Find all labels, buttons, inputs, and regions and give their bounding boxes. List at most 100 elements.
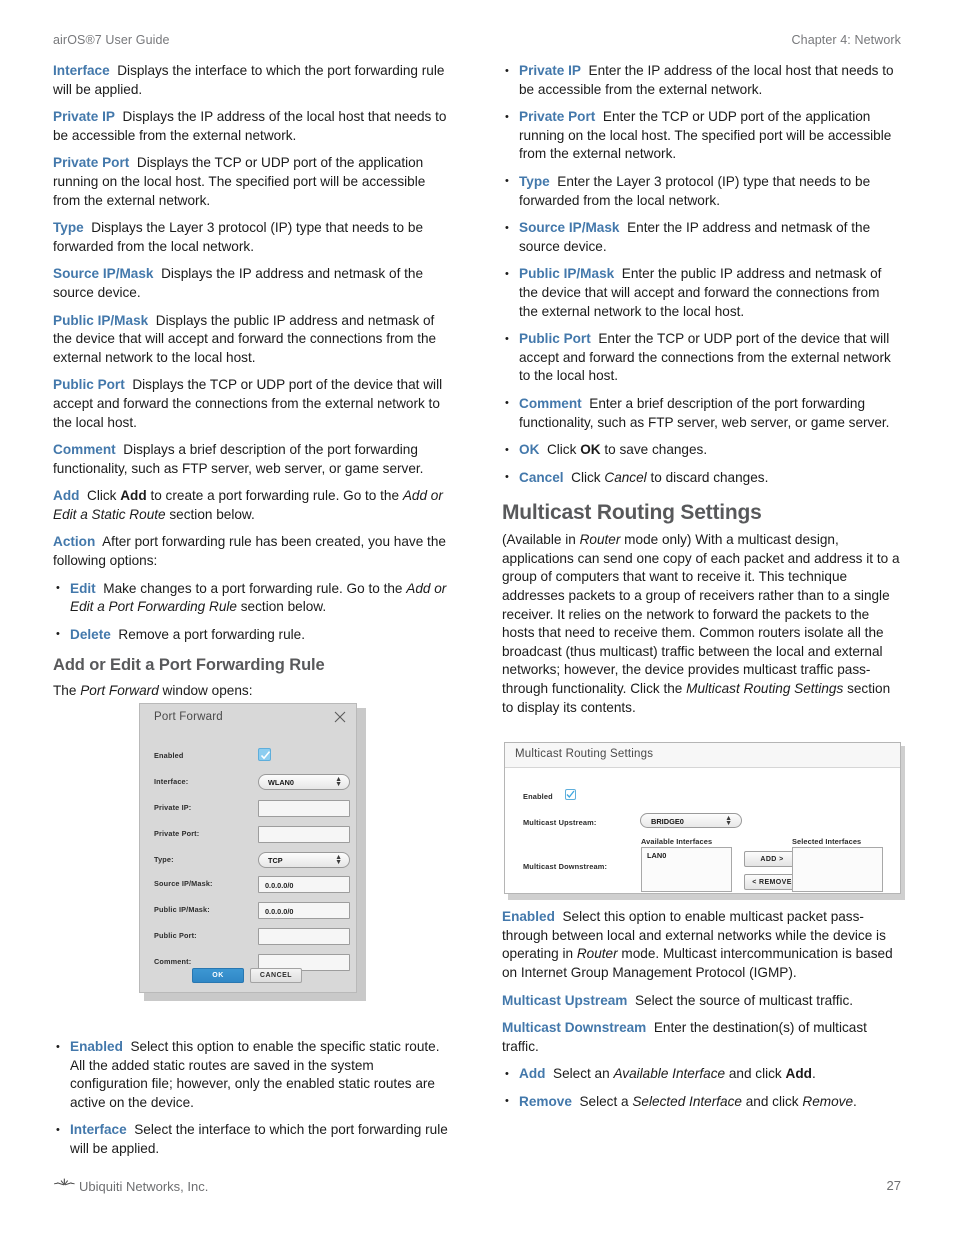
- multicast-upstream-label: Multicast Upstream:: [523, 818, 597, 827]
- private-port-input[interactable]: [258, 826, 350, 843]
- term-label: Interface: [70, 1122, 127, 1138]
- page-footer: Ubiquiti Networks, Inc. 27: [53, 1178, 901, 1200]
- multicast-downstream-label: Multicast Downstream:: [523, 862, 608, 871]
- public-ip-mask-input[interactable]: 0.0.0.0/0: [258, 902, 350, 919]
- interface-select[interactable]: WLAN0 ▲ ▼: [258, 774, 350, 790]
- private-ip-input[interactable]: [258, 800, 350, 817]
- definition-public-port: Public Port Displays the TCP or UDP port…: [53, 376, 453, 432]
- definition-text: section below.: [236, 599, 327, 615]
- emphasis-italic: Router: [579, 532, 621, 548]
- input-value: 0.0.0.0/0: [265, 906, 294, 916]
- page-number: 27: [886, 1178, 901, 1193]
- term-label: Source IP/Mask: [53, 266, 154, 282]
- term-label: Public Port: [519, 331, 591, 347]
- list-item-comment: Comment Enter a brief description of the…: [502, 394, 901, 432]
- definition-text: Displays the Layer 3 protocol (IP) type …: [53, 220, 424, 254]
- multicast-downstream-definition: Multicast Downstream Enter the destinati…: [502, 1019, 901, 1056]
- multicast-upstream-select[interactable]: BRIDGE0 ▲ ▼: [640, 813, 742, 828]
- selected-interfaces-list[interactable]: [792, 847, 883, 892]
- term-label: Private IP: [53, 109, 115, 125]
- field-label: Public IP/Mask:: [154, 905, 210, 914]
- term-label: Multicast Downstream: [502, 1020, 647, 1036]
- field-row-private-port: Private Port:: [140, 826, 358, 848]
- port-forward-window: Port Forward Enabled Interface: WLAN0 ▲ …: [139, 703, 357, 993]
- definition-text: Displays the interface to which the port…: [53, 63, 445, 97]
- list-item[interactable]: LAN0: [647, 851, 666, 860]
- multicast-upstream-definition: Multicast Upstream Select the source of …: [502, 992, 901, 1011]
- close-x-icon[interactable]: [334, 711, 346, 723]
- definition-text: Enter the Layer 3 protocol (IP) type tha…: [519, 173, 871, 208]
- stepper-arrows-icon: ▲ ▼: [725, 814, 732, 827]
- section-heading-multicast: Multicast Routing Settings: [502, 501, 762, 525]
- list-item-type: Type Enter the Layer 3 protocol (IP) typ…: [502, 172, 901, 210]
- emphasis-bold: Add: [120, 488, 147, 504]
- term-label: Enabled: [70, 1039, 123, 1055]
- term-label: Private Port: [53, 155, 130, 171]
- term-label: Delete: [70, 626, 111, 642]
- multicast-intro: (Available in Router mode only) With a m…: [502, 531, 901, 717]
- field-label: Private Port:: [154, 829, 200, 838]
- section-heading-add-edit-rule: Add or Edit a Port Forwarding Rule: [53, 656, 325, 675]
- multicast-actions-list: Add Select an Available Interface and cl…: [502, 1065, 901, 1111]
- intro-text: mode only) With a multicast design, appl…: [502, 532, 900, 697]
- list-item-cancel: Cancel Click Cancel to discard changes.: [502, 468, 901, 488]
- definition-private-port: Private Port Displays the TCP or UDP por…: [53, 154, 453, 210]
- source-ip-mask-input[interactable]: 0.0.0.0/0: [258, 876, 350, 893]
- intro-text: (Available in: [502, 532, 580, 548]
- definition-text: Select the source of multicast traffic.: [634, 992, 854, 1008]
- field-label: Source IP/Mask:: [154, 879, 213, 888]
- field-row-private-ip: Private IP:: [140, 800, 358, 822]
- definition-text: Click: [571, 469, 605, 485]
- stepper-arrows-icon: ▲ ▼: [335, 776, 342, 788]
- list-item-remove: Remove Select a Selected Interface and c…: [502, 1092, 901, 1112]
- term-label: Private IP: [519, 63, 581, 78]
- emphasis-italic: Selected Interface: [632, 1093, 742, 1109]
- field-label: Public Port:: [154, 931, 197, 940]
- term-label: Interface: [53, 63, 110, 78]
- stepper-arrows-icon: ▲ ▼: [335, 854, 342, 866]
- emphasis-italic: Available Interface: [613, 1066, 726, 1082]
- field-row-enabled: Enabled: [140, 748, 358, 770]
- field-label: Enabled: [154, 751, 184, 760]
- term-label: Type: [53, 220, 84, 236]
- definition-text: .: [853, 1093, 857, 1109]
- input-value: 0.0.0.0/0: [265, 880, 294, 890]
- multicast-enabled-checkbox[interactable]: [565, 789, 576, 800]
- emphasis-bold: Add: [785, 1066, 812, 1082]
- selected-interfaces-header: Selected Interfaces: [792, 837, 862, 846]
- panel-title: Multicast Routing Settings: [515, 748, 654, 760]
- definition-text: Click: [546, 442, 581, 458]
- section-intro: The Port Forward window opens:: [53, 682, 453, 701]
- cancel-button[interactable]: CANCEL: [250, 968, 302, 983]
- emphasis-italic: Port Forward: [80, 683, 159, 699]
- right-column: Private IP Enter the IP address of the l…: [502, 61, 901, 1159]
- emphasis-italic: Cancel: [604, 469, 647, 485]
- panel-header[interactable]: Multicast Routing Settings: [505, 743, 900, 768]
- list-item-source-ip-mask: Source IP/Mask Enter the IP address and …: [502, 219, 901, 256]
- type-select[interactable]: TCP ▲ ▼: [258, 852, 350, 868]
- definition-public-ip-mask: Public IP/Mask Displays the public IP ad…: [53, 312, 453, 368]
- definition-text: and click: [725, 1066, 786, 1082]
- field-row-interface: Interface: WLAN0 ▲ ▼: [140, 774, 358, 796]
- ok-button[interactable]: OK: [192, 968, 244, 983]
- enabled-checkbox[interactable]: [258, 748, 271, 761]
- list-item-edit: Edit Make changes to a port forwarding r…: [53, 579, 453, 617]
- term-label: Edit: [70, 580, 96, 596]
- definition-action: Action After port forwarding rule has be…: [53, 533, 453, 570]
- term-label: Source IP/Mask: [519, 220, 620, 236]
- definition-private-ip: Private IP Displays the IP address of th…: [53, 108, 453, 145]
- footer-company-name: Ubiquiti Networks, Inc.: [79, 1179, 209, 1194]
- term-label: OK: [519, 442, 540, 458]
- term-label: Enabled: [502, 909, 555, 925]
- term-label: Public IP/Mask: [519, 266, 615, 282]
- figure-multicast-routing-settings: Multicast Routing Settings Enabled Multi…: [504, 742, 905, 900]
- list-item-public-ip-mask: Public IP/Mask Enter the public IP addre…: [502, 265, 901, 321]
- public-port-input[interactable]: [258, 928, 350, 945]
- emphasis-bold: OK: [580, 442, 601, 458]
- term-label: Action: [53, 534, 96, 550]
- footer-brand: Ubiquiti Networks, Inc.: [53, 1178, 208, 1195]
- definition-text: Select an: [553, 1066, 614, 1082]
- available-interfaces-list[interactable]: LAN0: [641, 847, 732, 892]
- definition-interface: Interface Displays the interface to whic…: [53, 62, 453, 99]
- post-figure-list: Enabled Select this option to enable the…: [53, 1038, 453, 1159]
